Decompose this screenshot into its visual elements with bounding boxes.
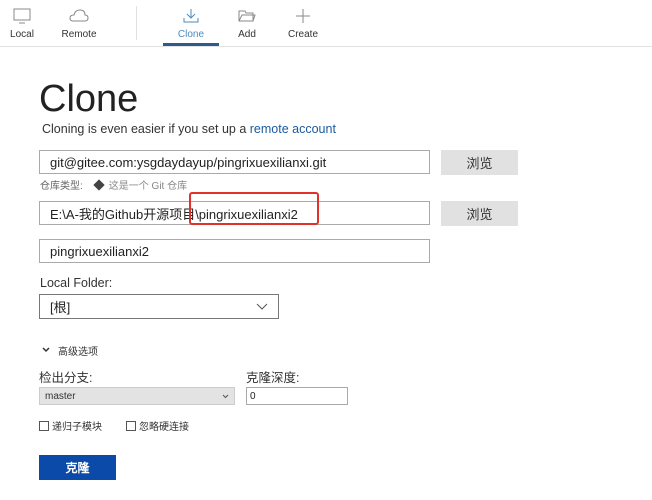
branch-select[interactable]: master — [39, 387, 235, 405]
download-icon — [163, 6, 219, 26]
chevron-down-icon — [42, 345, 50, 356]
toolbar-create[interactable]: Create — [275, 6, 331, 40]
ignore-hardlinks-checkbox[interactable]: 忽略硬连接 — [126, 418, 189, 433]
toolbar: Local Remote Clone Add Create — [0, 0, 652, 47]
page-title: Clone — [39, 78, 139, 120]
toolbar-divider — [136, 6, 137, 40]
remote-account-link[interactable]: remote account — [250, 122, 336, 136]
plus-icon — [275, 6, 331, 26]
depth-input[interactable]: 0 — [246, 387, 348, 405]
browse-url-button[interactable]: 浏览 — [441, 150, 518, 175]
active-tab-indicator — [163, 43, 219, 46]
depth-label: 克隆深度: — [246, 371, 300, 385]
subtitle: Cloning is even easier if you set up a r… — [42, 122, 336, 136]
url-input[interactable]: git@gitee.com:ysgdaydayup/pingrixuexilia… — [39, 150, 430, 174]
local-folder-select[interactable]: [根] — [39, 294, 279, 319]
cloud-icon — [51, 6, 107, 26]
toolbar-remote[interactable]: Remote — [51, 6, 107, 40]
chevron-down-icon — [256, 299, 268, 314]
folder-icon — [219, 6, 275, 26]
advanced-toggle[interactable]: 高级选项 — [42, 343, 98, 358]
clone-button[interactable]: 克隆 — [39, 455, 116, 480]
chevron-down-icon — [222, 391, 229, 402]
highlight-box — [189, 192, 319, 225]
toolbar-local[interactable]: Local — [0, 6, 50, 40]
branch-label: 检出分支: — [39, 371, 93, 385]
name-input[interactable]: pingrixuexilianxi2 — [39, 239, 430, 263]
monitor-icon — [0, 6, 50, 26]
toolbar-clone[interactable]: Clone — [163, 6, 219, 40]
git-icon — [93, 178, 105, 191]
toolbar-add[interactable]: Add — [219, 6, 275, 40]
browse-path-button[interactable]: 浏览 — [441, 201, 518, 226]
recurse-submodules-checkbox[interactable]: 递归子模块 — [39, 418, 102, 433]
repo-type: 仓库类型: 这是一个 Git 仓库 — [40, 177, 187, 192]
local-folder-label: Local Folder: — [40, 276, 113, 290]
